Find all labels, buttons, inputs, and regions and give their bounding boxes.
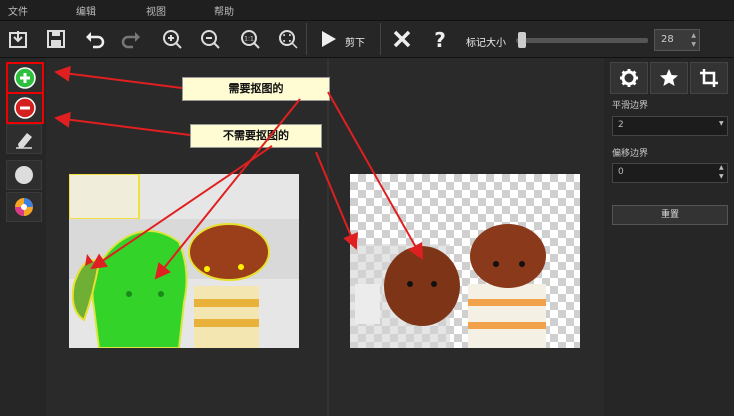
play-icon bbox=[322, 31, 336, 47]
left-toolbar bbox=[0, 58, 46, 416]
menu-edit[interactable]: 编辑 bbox=[76, 3, 96, 18]
cut-button[interactable] bbox=[314, 25, 342, 53]
menu-help[interactable]: 帮助 bbox=[214, 3, 234, 18]
tab-effects[interactable] bbox=[650, 62, 688, 94]
close-icon bbox=[393, 30, 411, 48]
source-photo-image bbox=[69, 174, 299, 348]
spin-up-icon[interactable]: ▲ bbox=[719, 164, 724, 171]
star-icon bbox=[660, 69, 678, 86]
menu-file[interactable]: 文件 bbox=[8, 3, 28, 18]
tab-crop[interactable] bbox=[690, 62, 728, 94]
result-photo[interactable] bbox=[350, 174, 580, 348]
color-brush-icon bbox=[15, 198, 33, 216]
callout-need-cutout: 需要抠图的 bbox=[182, 77, 330, 101]
offset-edge-value: 0 bbox=[618, 167, 624, 177]
blank-brush-icon bbox=[15, 166, 33, 184]
remove-icon bbox=[14, 97, 36, 119]
remove-mark-button[interactable] bbox=[6, 92, 44, 124]
zoom-fit-button[interactable] bbox=[274, 25, 302, 53]
right-panel: 平滑边界 2 ▼ 偏移边界 0 ▲ ▼ 重置 bbox=[604, 58, 734, 416]
save-icon bbox=[47, 30, 65, 48]
mark-size-slider-handle[interactable] bbox=[518, 32, 527, 48]
mark-size-slider[interactable] bbox=[516, 38, 648, 43]
zoom-out-button[interactable] bbox=[196, 25, 224, 53]
smooth-edge-label: 平滑边界 bbox=[612, 101, 649, 111]
mark-size-label: 标记大小 bbox=[466, 38, 506, 49]
import-icon bbox=[9, 31, 27, 48]
gear-icon bbox=[620, 69, 638, 87]
offset-edge-label: 偏移边界 bbox=[612, 149, 649, 159]
redo-button[interactable] bbox=[118, 25, 146, 53]
zoom-out-icon bbox=[201, 30, 220, 49]
result-photo-image bbox=[350, 224, 546, 348]
question-icon: ? bbox=[434, 28, 446, 50]
source-photo[interactable] bbox=[69, 174, 299, 348]
add-mark-button[interactable] bbox=[6, 62, 44, 94]
toolbar: 1:1 剪下 ? 标记大小 28 ▲ ▼ bbox=[0, 21, 734, 58]
redo-icon bbox=[121, 32, 140, 49]
blank-brush-button[interactable] bbox=[6, 160, 42, 190]
crop-icon bbox=[700, 69, 718, 87]
svg-text:1:1: 1:1 bbox=[244, 36, 254, 43]
color-brush-button[interactable] bbox=[6, 192, 42, 222]
offset-edge-stepper[interactable]: 0 ▲ ▼ bbox=[612, 163, 728, 183]
zoom-1to1-button[interactable]: 1:1 bbox=[236, 25, 264, 53]
spin-up-icon[interactable]: ▲ bbox=[691, 32, 696, 39]
zoom-in-icon bbox=[163, 30, 182, 49]
menu-view[interactable]: 视图 bbox=[146, 3, 166, 18]
toolbar-separator bbox=[380, 23, 381, 55]
svg-text:?: ? bbox=[434, 28, 446, 50]
menu-bar: 文件 编辑 视图 帮助 bbox=[0, 0, 734, 21]
mark-size-stepper[interactable]: 28 ▲ ▼ bbox=[654, 29, 700, 51]
chevron-down-icon: ▼ bbox=[719, 120, 724, 127]
undo-button[interactable] bbox=[80, 25, 108, 53]
undo-icon bbox=[86, 32, 105, 49]
cut-label[interactable]: 剪下 bbox=[345, 34, 365, 49]
reset-button[interactable]: 重置 bbox=[612, 205, 728, 225]
zoom-fit-icon bbox=[279, 30, 298, 49]
eraser-button[interactable] bbox=[6, 124, 42, 154]
eraser-icon bbox=[16, 133, 32, 149]
add-icon bbox=[14, 67, 36, 89]
spin-down-icon[interactable]: ▼ bbox=[691, 41, 696, 48]
cancel-button[interactable] bbox=[388, 25, 416, 53]
smooth-edge-value: 2 bbox=[618, 120, 624, 130]
tab-settings[interactable] bbox=[610, 62, 648, 94]
smooth-edge-select[interactable]: 2 ▼ bbox=[612, 116, 728, 136]
zoom-in-button[interactable] bbox=[158, 25, 186, 53]
toolbar-separator bbox=[306, 23, 307, 55]
mark-size-value: 28 bbox=[661, 34, 674, 45]
spin-down-icon[interactable]: ▼ bbox=[719, 173, 724, 180]
callout-no-cutout: 不需要抠图的 bbox=[190, 124, 322, 148]
zoom-1to1-icon: 1:1 bbox=[241, 30, 260, 49]
import-button[interactable] bbox=[4, 25, 32, 53]
save-button[interactable] bbox=[42, 25, 70, 53]
help-button[interactable]: ? bbox=[426, 25, 454, 53]
